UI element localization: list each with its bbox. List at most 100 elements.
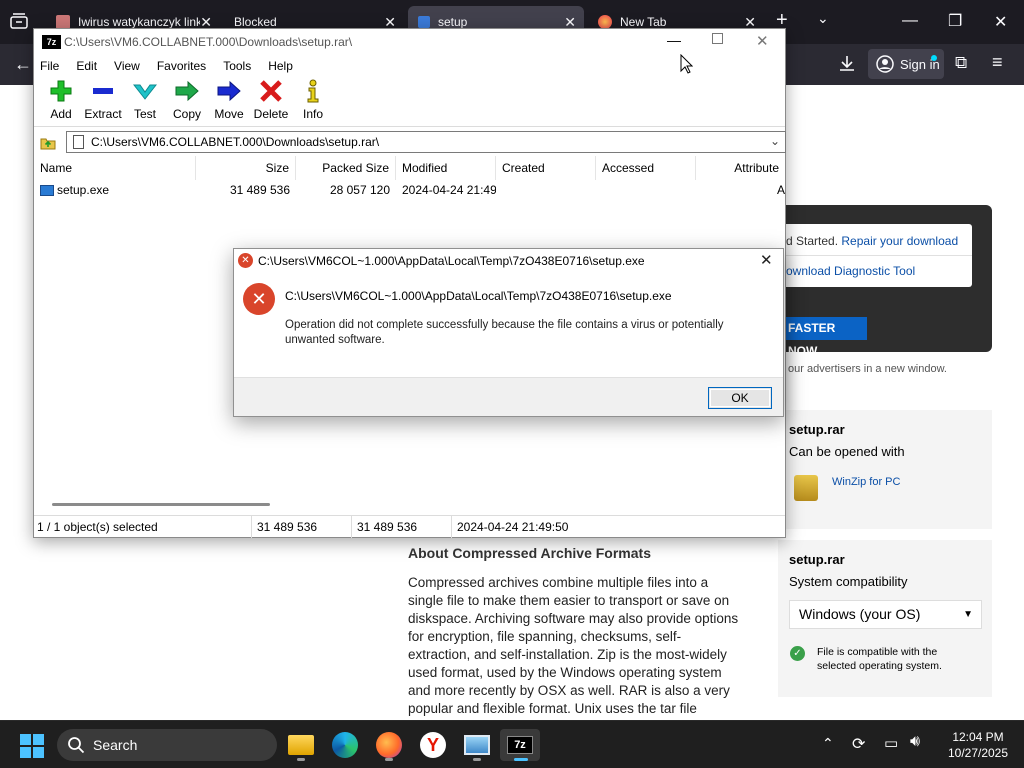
search-label: Search [93,737,138,753]
row-attribute: A [776,183,785,197]
dialog-title-error-icon: ✕ [238,253,253,268]
mouse-cursor-icon [680,53,694,77]
col-attribute[interactable]: Attribute [696,156,785,180]
browser-maximize-icon[interactable]: ❐ [948,11,962,31]
copy-label: Copy [172,107,201,121]
sign-in-button[interactable]: Sign in [868,49,944,79]
delete-button[interactable]: Delete [250,77,292,126]
compatibility-card: setup.rar System compatibility Windows (… [778,540,992,697]
sevenzip-minimize-icon[interactable]: — [667,32,681,48]
started-text: d Started. [786,234,839,248]
clock[interactable]: 12:04 PM 10/27/2025 [940,729,1016,761]
network-icon[interactable]: ▭ [884,734,898,752]
tab-favicon-icon [56,15,70,29]
extract-label: Extract [84,107,122,121]
check-circle-icon: ✓ [790,646,805,661]
repair-download-link[interactable]: Repair your download [841,234,958,248]
sevenzip-titlebar: 7z C:\Users\VM6.COLLABNET.000\Downloads\… [34,29,785,55]
col-modified[interactable]: Modified [396,156,496,180]
tab-favicon-icon [418,16,430,28]
status-date: 2024-04-24 21:49:50 [457,519,569,534]
col-size[interactable]: Size [196,156,296,180]
open-with-card: setup.rar Can be opened with WinZip for … [778,410,992,529]
status-selected: 1 / 1 object(s) selected [34,515,252,538]
col-accessed[interactable]: Accessed [596,156,696,180]
list-all-tabs-icon[interactable]: ⌄ [817,10,829,27]
download-help-card: d Started. Repair your download ownload … [760,205,992,358]
test-button[interactable]: Test [124,77,166,126]
copy-arrow-icon [175,80,199,102]
sevenzip-toolbar: Add Extract Test Copy Move Delete Info [34,77,785,127]
dialog-close-icon[interactable]: ✕ [760,251,773,269]
sevenzip-menubar: File Edit View Favorites Tools Help [34,55,785,77]
browser-close-icon[interactable]: ✕ [994,12,1007,32]
sevenzip-maximize-icon[interactable] [712,33,723,44]
file-explorer-icon[interactable] [285,729,317,761]
volume-icon[interactable]: 🔊︎ [910,733,920,751]
yandex-icon[interactable]: Y [417,729,449,761]
address-bar[interactable]: C:\Users\VM6.COLLABNET.000\Downloads\set… [66,131,786,153]
firefox-icon[interactable] [373,729,405,761]
row-packed: 28 057 120 [329,183,390,197]
table-row[interactable]: setup.exe 31 489 536 28 057 120 2024-04-… [34,180,785,200]
sevenzip-close-icon[interactable]: ✕ [756,32,769,50]
menu-help[interactable]: Help [268,59,293,73]
open-with-subtitle: Can be opened with [789,444,905,459]
edge-icon[interactable] [329,729,361,761]
col-created[interactable]: Created [496,156,596,180]
extensions-icon[interactable]: ⧉ [955,53,967,73]
sevenzip-taskbar-icon[interactable]: 7z [500,729,540,761]
firefox-favicon-icon [598,15,612,29]
menu-tools[interactable]: Tools [223,59,251,73]
os-select-value: Windows (your OS) [799,606,921,622]
info-button[interactable]: Info [292,77,334,126]
address-dropdown-icon[interactable]: ⌄ [770,134,780,148]
clock-time: 12:04 PM [952,730,1004,744]
advertisers-note: our advertisers in a new window. [788,363,947,375]
menu-favorites[interactable]: Favorites [157,59,206,73]
add-button[interactable]: Add [40,77,82,126]
winzip-link[interactable]: WinZip for PC [832,476,900,488]
diagnostic-tool-link[interactable]: ownload Diagnostic Tool [786,264,915,278]
tab-list-icon[interactable] [10,13,28,32]
status-packed: 31 489 536 [352,515,452,538]
extract-button[interactable]: Extract [82,77,124,126]
move-button[interactable]: Move [208,77,250,126]
menu-edit[interactable]: Edit [76,59,97,73]
open-with-title: setup.rar [789,422,845,437]
clock-date: 10/27/2025 [947,746,1009,760]
show-hidden-icons[interactable]: ⌃ [822,735,834,752]
menu-file[interactable]: File [40,59,59,73]
back-icon[interactable]: ← [14,54,32,75]
copy-button[interactable]: Copy [166,77,208,126]
start-button[interactable] [20,734,44,758]
col-packed-size[interactable]: Packed Size [296,156,396,180]
row-created [496,180,596,200]
test-label: Test [133,107,156,121]
taskbar-search[interactable]: Search [57,729,277,761]
winzip-icon [794,475,818,501]
faster-now-button[interactable]: FASTER NOW [785,317,867,358]
add-label: Add [50,107,72,121]
check-icon [133,84,157,100]
sevenzip-app-icon: 7z [42,35,61,49]
tab-title: New Tab [620,15,667,29]
up-folder-icon[interactable] [40,134,56,153]
chevron-down-icon: ▼ [963,609,973,620]
remote-desktop-icon[interactable] [461,729,493,761]
col-name[interactable]: Name [34,156,196,180]
horizontal-scrollbar[interactable] [52,503,270,506]
file-list-header: Name Size Packed Size Modified Created A… [34,156,785,180]
search-icon [68,737,85,754]
os-select[interactable]: Windows (your OS) ▼ [789,600,982,629]
compat-subtitle: System compatibility [789,574,908,589]
ok-button[interactable]: OK [708,387,772,409]
help-divider [786,255,972,256]
downloads-icon[interactable] [838,54,856,75]
menu-icon[interactable]: ≡ [992,52,1003,73]
browser-minimize-icon[interactable]: — [902,12,918,30]
compat-message: File is compatible with the selected ope… [817,646,942,672]
update-icon[interactable]: ⟳ [852,734,865,754]
menu-view[interactable]: View [114,59,140,73]
address-file-icon [73,135,84,149]
